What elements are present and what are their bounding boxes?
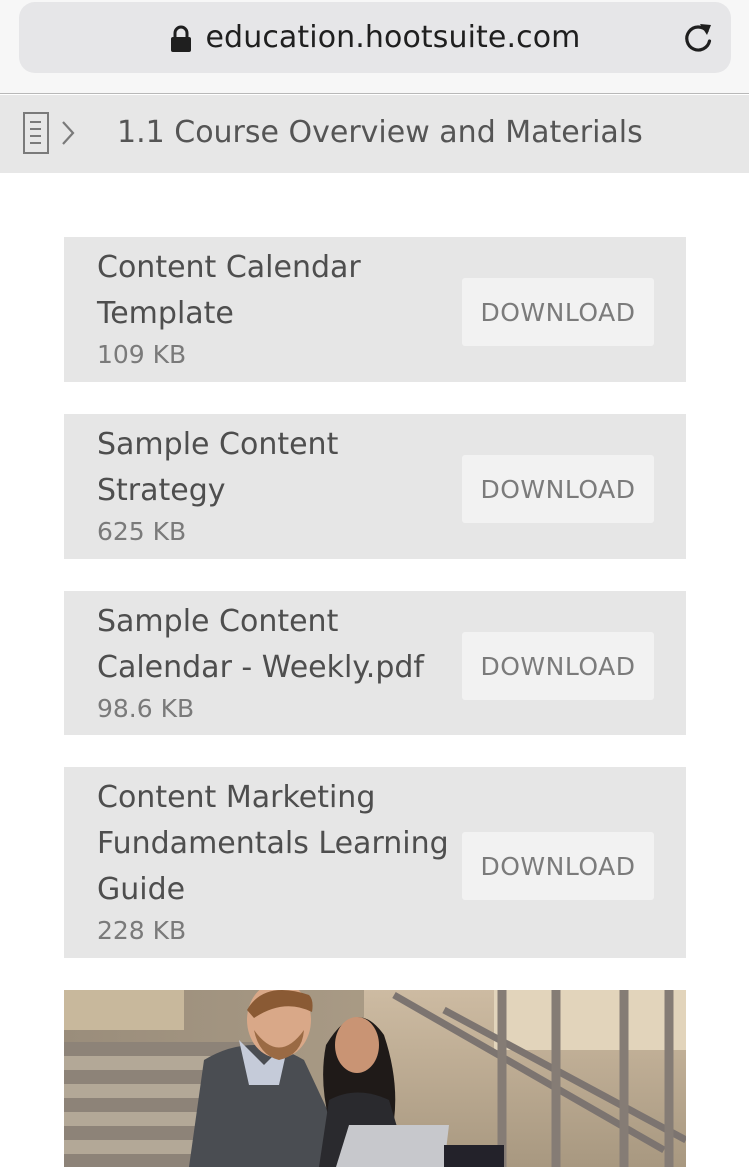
table-of-contents-icon[interactable] [22,111,80,155]
material-size: 98.6 KB [97,694,195,723]
url-text: education.hootsuite.com [205,20,581,55]
browser-toolbar: education.hootsuite.com [0,0,749,94]
material-name: Content Marketing Fundamentals Learning … [97,780,449,907]
material-card: Content Calendar Template 109 KB DOWNLOA… [64,237,686,382]
material-card: Sample Content Calendar - Weekly.pdf 98.… [64,591,686,735]
reload-icon[interactable] [681,21,715,55]
url-display[interactable]: education.hootsuite.com [19,2,731,73]
course-header: 1.1 Course Overview and Materials [0,95,749,173]
address-bar[interactable]: education.hootsuite.com [19,2,731,73]
material-card: Sample Content Strategy 625 KB DOWNLOAD [64,414,686,559]
material-size: 109 KB [97,340,187,369]
page-title: 1.1 Course Overview and Materials [117,115,643,150]
material-size: 625 KB [97,517,187,546]
material-name: Sample Content Calendar - Weekly.pdf [97,604,424,685]
material-name: Content Calendar Template [97,250,361,331]
lock-icon [170,25,192,53]
download-button[interactable]: DOWNLOAD [462,455,654,523]
course-photo [64,990,686,1167]
download-button[interactable]: DOWNLOAD [462,632,654,700]
download-button[interactable]: DOWNLOAD [462,278,654,346]
material-name: Sample Content Strategy [97,427,339,508]
download-button[interactable]: DOWNLOAD [462,832,654,900]
material-card: Content Marketing Fundamentals Learning … [64,767,686,958]
material-size: 228 KB [97,916,187,945]
